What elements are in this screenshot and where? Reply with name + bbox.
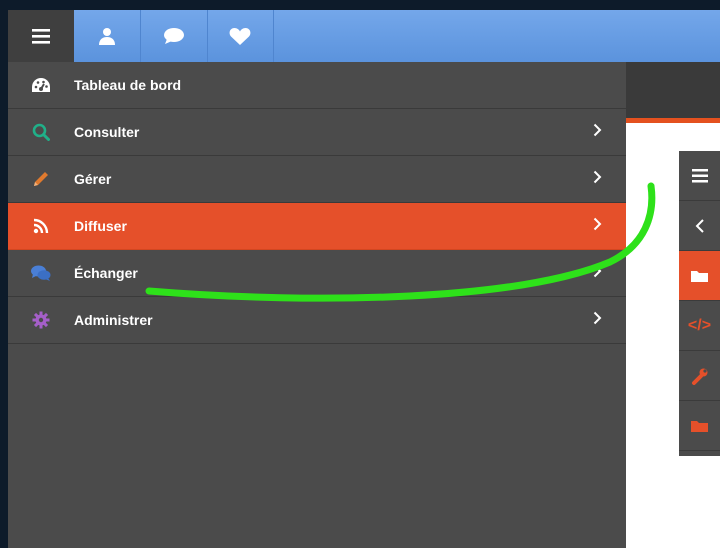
secondary-item-code[interactable]: </> xyxy=(679,301,720,351)
folder-icon xyxy=(690,420,708,432)
user-icon xyxy=(99,28,115,45)
menu-item-diffuser[interactable]: Diffuser xyxy=(8,203,626,250)
chevron-right-icon xyxy=(593,123,602,137)
hamburger-button[interactable] xyxy=(8,10,74,62)
dashboard-icon xyxy=(32,78,50,92)
heart-icon xyxy=(229,27,251,45)
chat-icon xyxy=(164,28,184,44)
chevron-right-icon xyxy=(593,217,602,231)
side-menu: Tableau de bord Consulter Gérer Diffuser… xyxy=(8,62,626,548)
secondary-menu-button[interactable] xyxy=(679,151,720,201)
rss-icon xyxy=(33,218,49,234)
secondary-item-wrench[interactable] xyxy=(679,351,720,401)
chevron-left-icon xyxy=(695,218,704,233)
chat-button[interactable] xyxy=(141,10,208,62)
secondary-panel: </> xyxy=(679,151,720,456)
menu-item-label: Diffuser xyxy=(74,218,127,234)
wrench-icon xyxy=(691,368,707,385)
top-bar xyxy=(8,10,720,62)
chevron-right-icon xyxy=(593,170,602,184)
chevron-right-icon xyxy=(593,264,602,278)
menu-item-echanger[interactable]: Échanger xyxy=(8,250,626,297)
menu-item-label: Administrer xyxy=(74,312,153,328)
menu-item-label: Gérer xyxy=(74,171,112,187)
chevron-right-icon xyxy=(593,311,602,325)
menu-item-label: Consulter xyxy=(74,124,140,140)
menu-item-consulter[interactable]: Consulter xyxy=(8,109,626,156)
menu-item-gerer[interactable]: Gérer xyxy=(8,156,626,203)
menu-icon xyxy=(691,168,708,182)
user-button[interactable] xyxy=(74,10,141,62)
folder-open-icon xyxy=(690,270,708,282)
menu-icon xyxy=(32,28,50,44)
menu-item-label: Tableau de bord xyxy=(74,77,182,93)
chat-bubbles-icon xyxy=(31,265,51,281)
favorites-button[interactable] xyxy=(207,10,274,62)
secondary-item-folder[interactable] xyxy=(679,401,720,451)
secondary-item-folder-open[interactable] xyxy=(679,251,720,301)
search-icon xyxy=(32,123,50,141)
code-icon: </> xyxy=(687,316,712,334)
menu-item-tableau-de-bord[interactable]: Tableau de bord xyxy=(8,62,626,109)
menu-item-label: Échanger xyxy=(74,265,138,281)
pencil-icon xyxy=(34,172,48,186)
cog-icon xyxy=(32,311,50,329)
secondary-back-button[interactable] xyxy=(679,201,720,251)
menu-item-administrer[interactable]: Administrer xyxy=(8,297,626,344)
